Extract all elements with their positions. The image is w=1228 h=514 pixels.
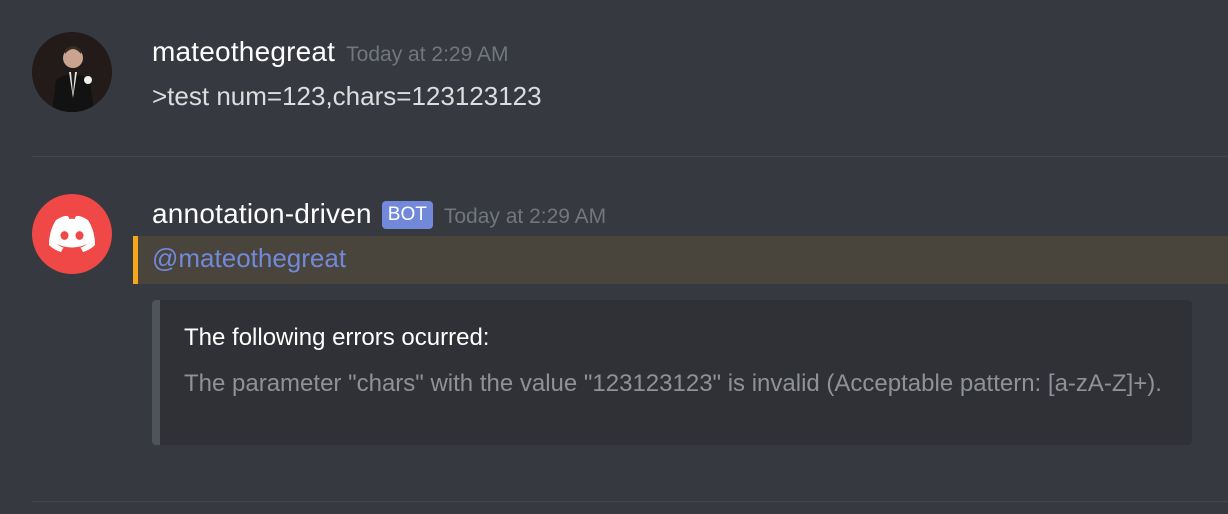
embed-description: The parameter "chars" with the value "12…: [184, 370, 1162, 397]
message-divider: [32, 501, 1228, 502]
author-name[interactable]: annotation-driven: [152, 198, 372, 230]
message-header: mateothegreat Today at 2:29 AM: [152, 36, 508, 68]
message-timestamp: Today at 2:29 AM: [443, 205, 607, 228]
message-text: >test num=123,chars=123123123: [152, 81, 542, 111]
author-name[interactable]: mateothegreat: [152, 36, 335, 68]
message-header: annotation-driven BOT Today at 2:29 AM: [152, 198, 606, 232]
error-embed: The following errors ocurred: The parame…: [152, 300, 1192, 445]
user-mention[interactable]: @mateothegreat: [152, 243, 346, 274]
discord-logo-icon: [49, 215, 95, 252]
message-timestamp: Today at 2:29 AM: [346, 43, 509, 66]
user-photo-avatar: [32, 32, 112, 112]
message-group-user: mateothegreat Today at 2:29 AM >test num…: [0, 0, 1228, 157]
bot-badge: BOT: [381, 201, 433, 229]
mention-highlight: @mateothegreat: [133, 236, 1228, 284]
message-group-bot: annotation-driven BOT Today at 2:29 AM @…: [0, 158, 1228, 502]
user-avatar[interactable]: [32, 32, 112, 112]
bot-avatar[interactable]: [32, 194, 112, 274]
embed-title: The following errors ocurred:: [184, 324, 490, 351]
message-divider: [32, 156, 1228, 157]
